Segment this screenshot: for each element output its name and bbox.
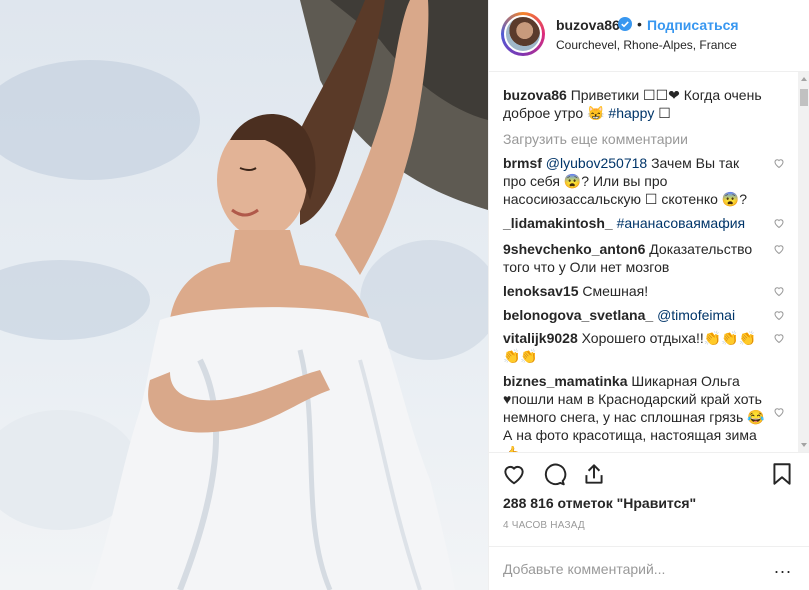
caption-hashtag[interactable]: #happy: [608, 105, 654, 121]
likes-count[interactable]: 288 816 отметок "Нравится": [503, 495, 696, 511]
comment-username[interactable]: biznes_mamatinka: [503, 373, 628, 389]
caption-username[interactable]: buzova86: [503, 87, 567, 103]
heart-icon[interactable]: [501, 461, 527, 487]
comment-username[interactable]: lenoksav15: [503, 283, 579, 299]
comment-username[interactable]: _lidamakintosh_: [503, 215, 613, 231]
verified-badge-icon: [618, 17, 632, 31]
avatar[interactable]: [504, 15, 542, 53]
comment-username[interactable]: vitalijk9028: [503, 330, 578, 346]
add-comment-bar: ...: [489, 546, 809, 590]
comment-username[interactable]: brmsf: [503, 155, 542, 171]
comment-heart-icon[interactable]: [773, 157, 785, 169]
comment: vitalijk9028 Хорошего отдыха!!👏👏👏👏👏: [503, 329, 784, 365]
scroll-up-arrow[interactable]: [801, 77, 807, 81]
comments-scrollbar[interactable]: [798, 72, 809, 452]
bookmark-icon[interactable]: [769, 461, 795, 487]
photo-illustration: [0, 0, 488, 590]
avatar-story-ring[interactable]: [501, 12, 545, 56]
post-header: buzova86 • Подписаться Courchevel, Rhone…: [489, 0, 809, 72]
comment-username[interactable]: 9shevchenko_anton6: [503, 241, 645, 257]
comment-heart-icon[interactable]: [773, 243, 785, 255]
instagram-post: buzova86 • Подписаться Courchevel, Rhone…: [0, 0, 809, 590]
comment-icon[interactable]: [541, 461, 567, 487]
comment-mention[interactable]: #ананасоваямафия: [617, 215, 746, 231]
comment: biznes_mamatinka Шикарная Ольга ♥пошли н…: [503, 372, 784, 452]
separator-dot: •: [637, 16, 642, 32]
comment: 9shevchenko_anton6 Доказательство того ч…: [503, 240, 784, 276]
comment-heart-icon[interactable]: [773, 285, 785, 297]
more-options-button[interactable]: ...: [774, 557, 792, 578]
post-actions: [489, 452, 809, 496]
comment-heart-icon[interactable]: [773, 309, 785, 321]
load-more-comments-button[interactable]: Загрузить еще комментарии: [503, 131, 688, 147]
header-username[interactable]: buzova86: [556, 17, 620, 33]
comment-mention[interactable]: @timofeimai: [657, 307, 735, 323]
scroll-down-arrow[interactable]: [801, 443, 807, 447]
comment-text: Смешная!: [582, 283, 649, 299]
post-photo[interactable]: [0, 0, 488, 590]
post-timestamp[interactable]: 4 ЧАСОВ НАЗАД: [503, 520, 585, 531]
caption-text-end: ☐: [654, 105, 671, 121]
comment: _lidamakintosh_ #ананасоваямафия: [503, 214, 784, 232]
comment-username[interactable]: belonogova_svetlana_: [503, 307, 653, 323]
comment: brmsf @lyubov250718 Зачем Вы так про себ…: [503, 154, 784, 208]
comment-mention[interactable]: @lyubov250718: [546, 155, 647, 171]
comment: lenoksav15 Смешная!: [503, 282, 784, 300]
comments-list[interactable]: buzova86 Приветики ☐☐❤ Когда очень добро…: [489, 72, 799, 452]
scroll-thumb[interactable]: [800, 89, 808, 106]
caption: buzova86 Приветики ☐☐❤ Когда очень добро…: [503, 86, 788, 122]
comment: belonogova_svetlana_ @timofeimai: [503, 306, 784, 324]
comment-heart-icon[interactable]: [773, 406, 785, 418]
add-comment-input[interactable]: [503, 561, 763, 577]
comment-heart-icon[interactable]: [773, 217, 785, 229]
share-icon[interactable]: [581, 461, 607, 487]
location-link[interactable]: Courchevel, Rhone-Alpes, France: [556, 38, 737, 52]
post-side-panel: buzova86 • Подписаться Courchevel, Rhone…: [488, 0, 809, 590]
follow-button[interactable]: Подписаться: [647, 17, 739, 33]
comment-heart-icon[interactable]: [773, 332, 785, 344]
